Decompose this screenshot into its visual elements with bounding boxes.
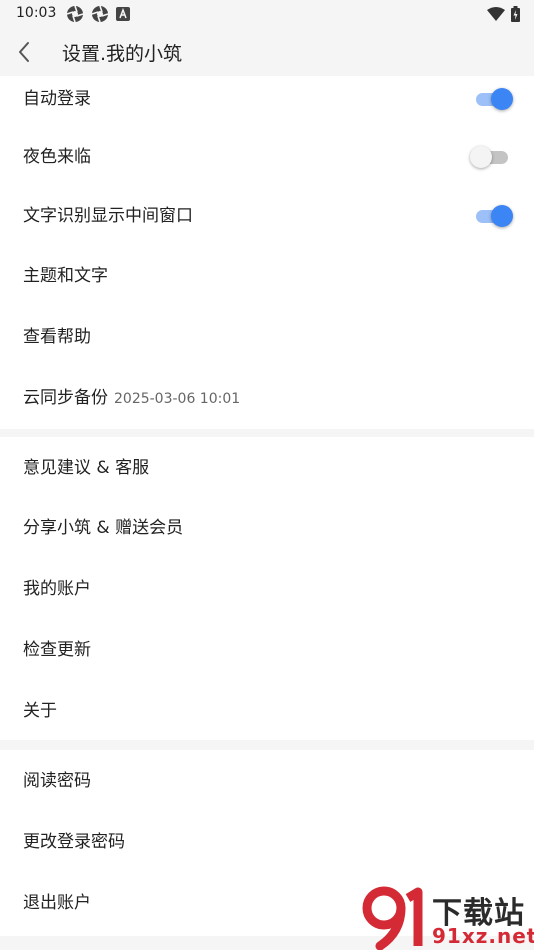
setting-check-update[interactable]: 检查更新 [0, 627, 534, 673]
chevron-left-icon [19, 42, 29, 62]
setting-about[interactable]: 关于 [0, 688, 534, 734]
wifi-icon [487, 7, 505, 21]
setting-night-mode[interactable]: 夜色来临 [0, 132, 534, 178]
setting-label: 检查更新 [23, 640, 91, 660]
watermark-logo: 下载站 91xz.net [360, 884, 534, 950]
ocr-window-toggle[interactable] [474, 203, 514, 229]
setting-share[interactable]: 分享小筑 & 赠送会员 [0, 505, 534, 551]
setting-auto-login[interactable]: 自动登录 [0, 76, 534, 122]
app-header: 设置.我的小筑 [0, 28, 534, 76]
battery-icon [511, 6, 520, 22]
page-title: 设置.我的小筑 [62, 43, 183, 65]
font-a-icon [116, 7, 130, 21]
aperture-icon [66, 5, 84, 23]
setting-label: 阅读密码 [23, 771, 91, 791]
cloud-backup-label: 云同步备份 [23, 388, 108, 408]
setting-label: 主题和文字 [23, 266, 108, 286]
watermark-text-en: 91xz.net [432, 924, 534, 948]
setting-help[interactable]: 查看帮助 [0, 312, 534, 358]
aperture-icon [91, 5, 109, 23]
status-time: 10:03 [16, 5, 57, 21]
setting-reading-password[interactable]: 阅读密码 [0, 758, 534, 804]
night-mode-toggle[interactable] [470, 144, 514, 170]
watermark-91-logo-icon [362, 886, 423, 950]
setting-label: 关于 [23, 701, 57, 721]
settings-group-general: 自动登录 夜色来临 文字识别显示中间窗口 主题和文字 查看帮助 云同步备份 202… [0, 76, 534, 429]
setting-change-login-password[interactable]: 更改登录密码 [0, 819, 534, 865]
setting-label: 我的账户 [23, 579, 91, 599]
setting-theme-text[interactable]: 主题和文字 [0, 252, 534, 298]
setting-label: 自动登录 [23, 89, 91, 109]
setting-label: 云同步备份 2025-03-06 10:01 [23, 386, 240, 411]
setting-my-account[interactable]: 我的账户 [0, 566, 534, 612]
auto-login-toggle[interactable] [474, 86, 514, 112]
setting-label: 退出账户 [23, 893, 91, 913]
back-button[interactable] [8, 36, 40, 68]
setting-label: 分享小筑 & 赠送会员 [23, 518, 184, 538]
setting-label: 更改登录密码 [23, 832, 125, 852]
cloud-backup-timestamp: 2025-03-06 10:01 [114, 391, 241, 407]
status-bar: 10:03 [0, 0, 534, 28]
setting-label: 查看帮助 [23, 327, 91, 347]
setting-cloud-backup[interactable]: 云同步备份 2025-03-06 10:01 [0, 374, 534, 420]
setting-feedback[interactable]: 意见建议 & 客服 [0, 445, 534, 491]
setting-label: 文字识别显示中间窗口 [23, 206, 193, 226]
setting-label: 意见建议 & 客服 [23, 458, 150, 478]
settings-group-support: 意见建议 & 客服 分享小筑 & 赠送会员 我的账户 检查更新 关于 [0, 437, 534, 740]
setting-label: 夜色来临 [23, 147, 91, 167]
setting-ocr-window[interactable]: 文字识别显示中间窗口 [0, 192, 534, 238]
